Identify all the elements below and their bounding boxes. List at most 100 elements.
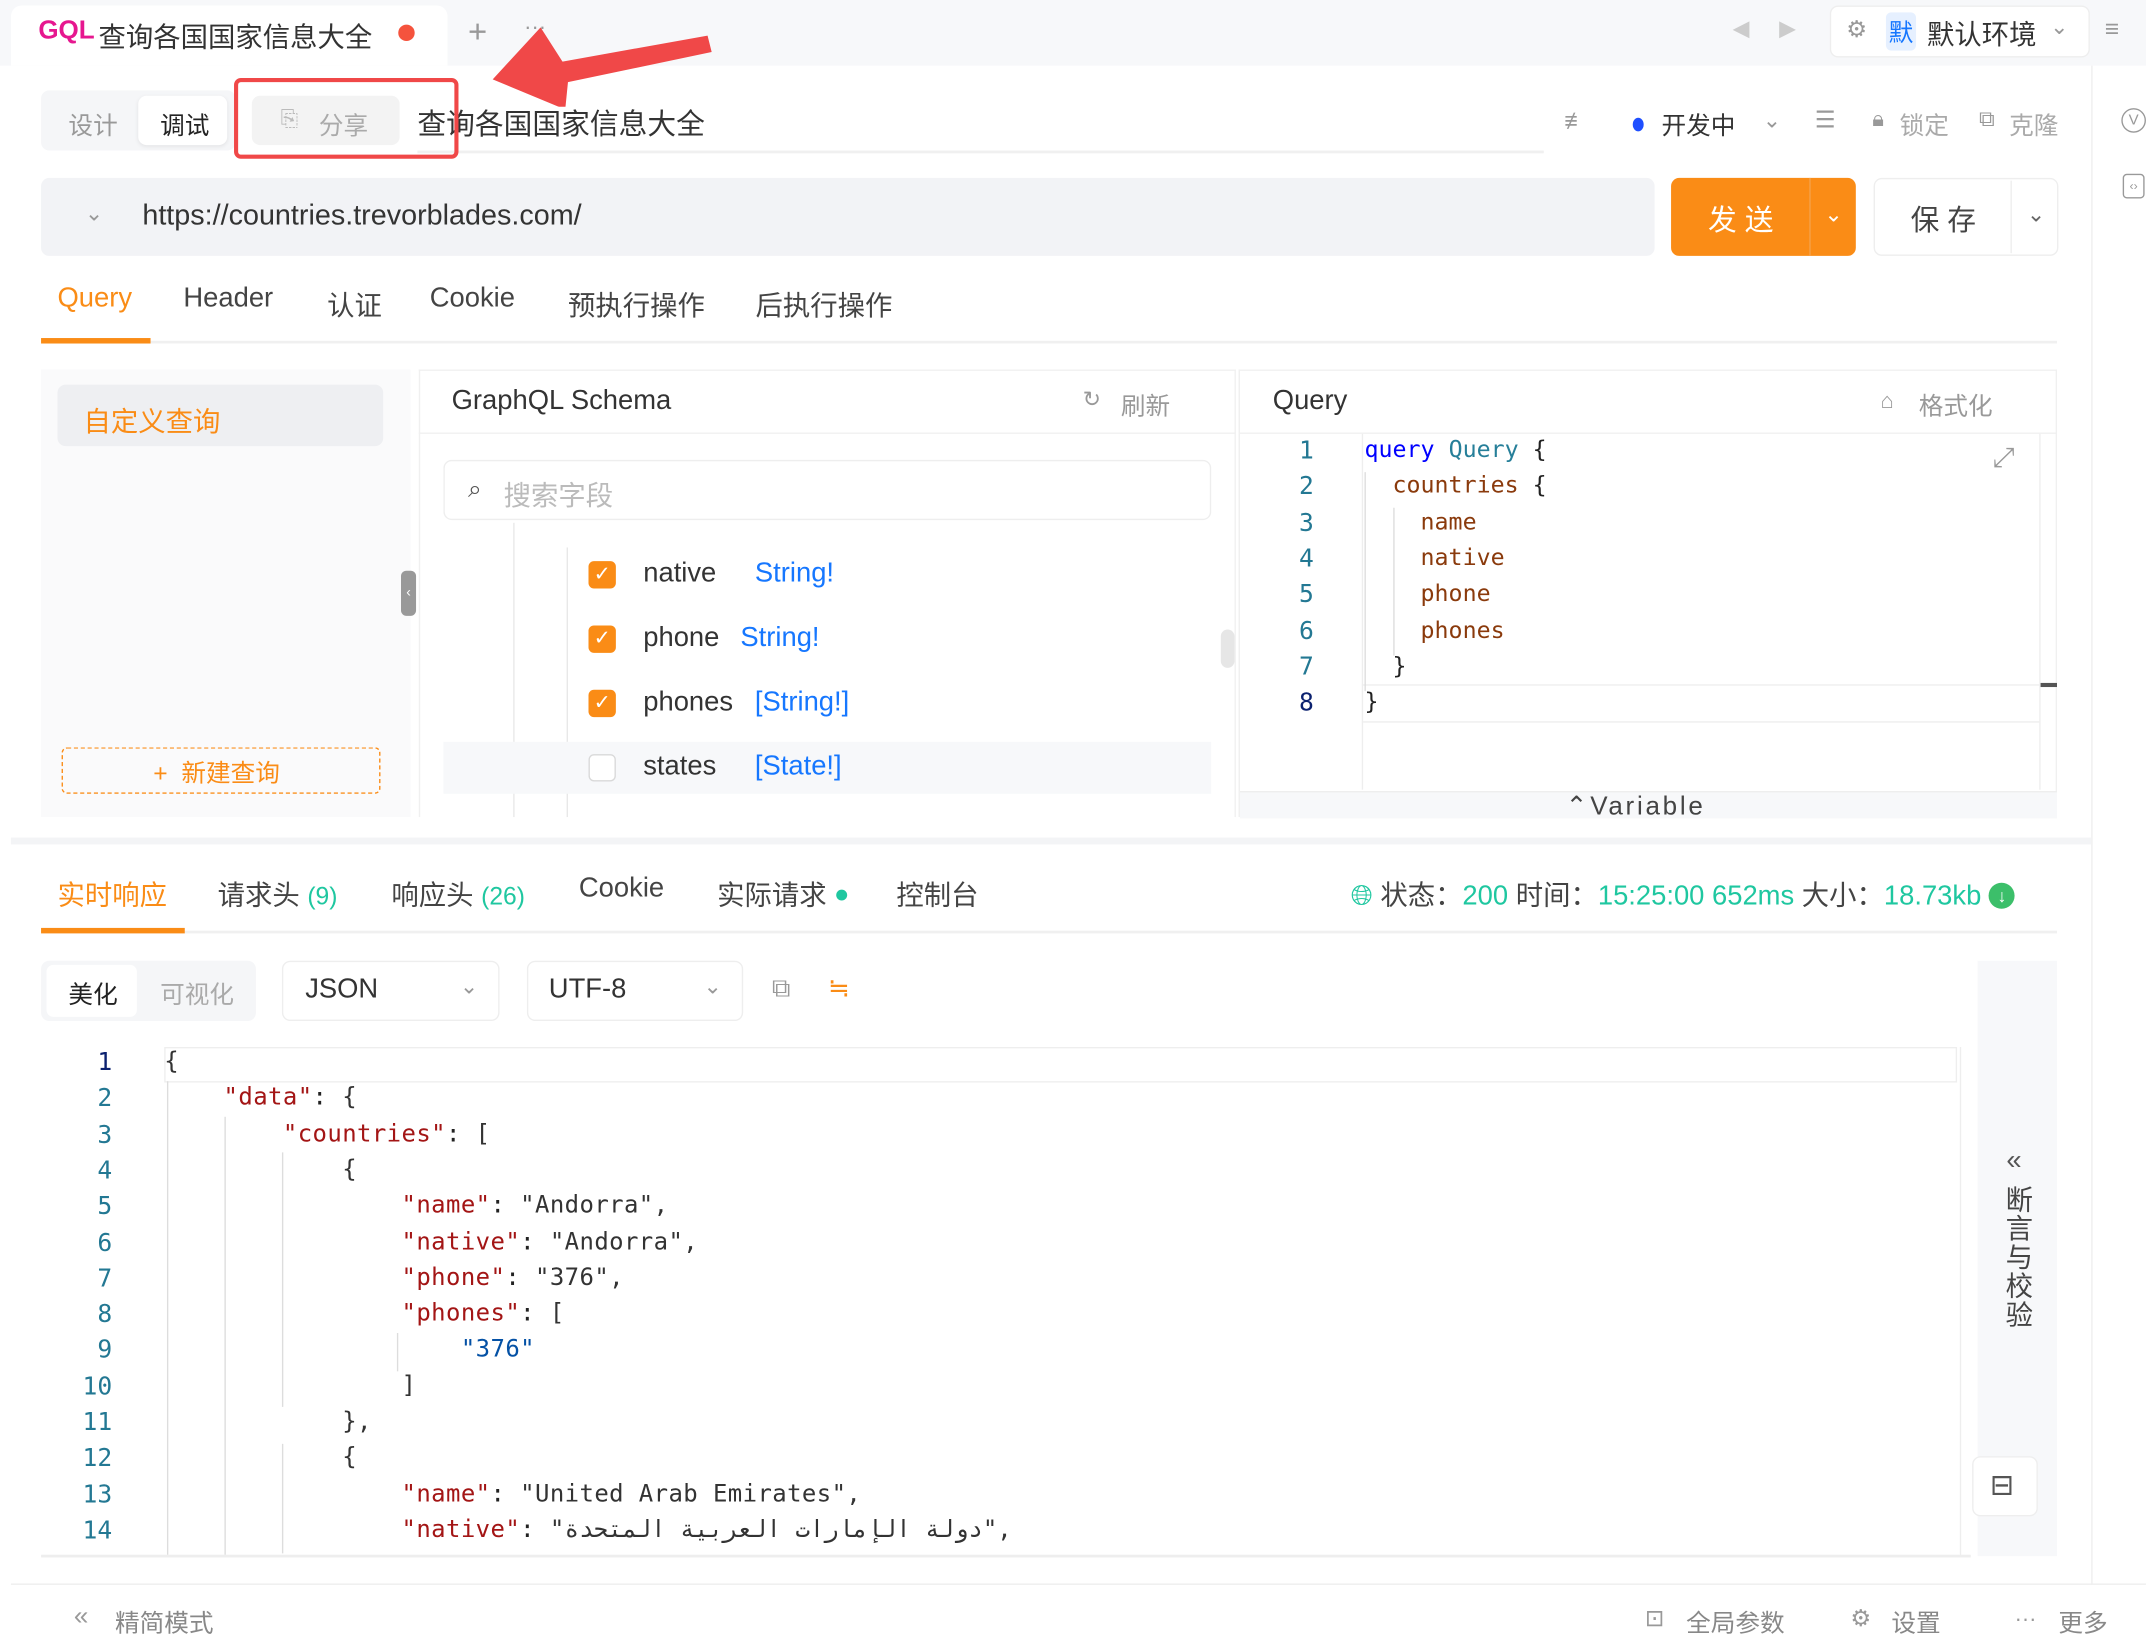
line-number: 10: [82, 1372, 113, 1402]
duration-value: 652ms: [1712, 881, 1795, 912]
line-number: 1: [97, 1048, 113, 1078]
field-checkbox[interactable]: [588, 754, 616, 782]
tab-response-headers[interactable]: 响应头 (26): [391, 873, 525, 913]
copy-icon[interactable]: ⧉: [772, 976, 791, 1002]
url-value[interactable]: https://countries.trevorblades.com/: [142, 200, 581, 233]
line-number: 8: [97, 1300, 113, 1330]
tab-request-headers[interactable]: 请求头 (9): [218, 873, 338, 913]
schema-divider: [418, 432, 1236, 434]
send-dropdown-icon[interactable]: ⌄: [1824, 205, 1842, 227]
download-icon[interactable]: ↓: [1988, 882, 2015, 909]
size-value: 18.73kb: [1883, 881, 1982, 912]
code-line: {: [164, 1444, 358, 1472]
tab-query[interactable]: Query: [57, 283, 132, 314]
editor-scroll-track[interactable]: [2039, 433, 2041, 790]
code-icon[interactable]: ‹›: [2122, 173, 2145, 199]
variable-icon[interactable]: V: [2121, 108, 2146, 133]
tab-console[interactable]: 控制台: [896, 873, 978, 913]
indent-guide: [396, 1333, 399, 1372]
panel-separator[interactable]: [10, 837, 2092, 845]
schema-scrollbar[interactable]: [1220, 629, 1235, 668]
settings-icon: ⚙: [1850, 1605, 1872, 1632]
line-number: 2: [1299, 472, 1314, 502]
field-type: String!: [740, 622, 820, 653]
dev-status[interactable]: 开发中: [1661, 107, 1735, 143]
unsaved-dot: [398, 24, 415, 42]
collapse-handle[interactable]: ‹: [400, 570, 417, 616]
line-number: 13: [82, 1480, 113, 1510]
field-checkbox[interactable]: ✓: [588, 625, 616, 653]
clone-icon: ⧉: [1978, 108, 1995, 132]
code-line: "376": [460, 1336, 535, 1364]
view-pretty[interactable]: 美化: [68, 976, 117, 1012]
field-checkbox[interactable]: ✓: [588, 689, 616, 718]
right-rail-divider: [2091, 65, 2093, 1585]
lock-button[interactable]: 锁定: [1900, 107, 1949, 143]
mode-design[interactable]: 设计: [68, 107, 117, 143]
add-tab-button[interactable]: +: [468, 14, 487, 52]
line-number: 14: [82, 1516, 113, 1545]
indent-guide: [281, 1443, 284, 1554]
chevron-down-icon[interactable]: ⌄: [85, 203, 103, 226]
clone-button[interactable]: 克隆: [2009, 107, 2058, 143]
code-bottom-border: [41, 1554, 1971, 1558]
settings-button[interactable]: 设置: [1891, 1604, 1940, 1640]
more-button[interactable]: 更多: [2058, 1604, 2107, 1640]
resp-tab-indicator: [41, 927, 185, 934]
nav-forward-icon[interactable]: ▶: [1779, 18, 1796, 41]
nav-back-icon[interactable]: ◀: [1733, 18, 1750, 41]
format-button[interactable]: 格式化: [1919, 387, 1993, 423]
field-checkbox[interactable]: ✓: [588, 561, 616, 589]
tab-cookie[interactable]: Cookie: [430, 283, 515, 314]
view-visual[interactable]: 可视化: [160, 976, 234, 1012]
line-number: 6: [97, 1228, 113, 1258]
assert-panel-label[interactable]: 断言与校验: [2001, 1185, 2034, 1329]
format-icon: ⌂: [1880, 390, 1894, 414]
tab-label: 请求头: [217, 881, 300, 912]
collapse-left-icon: «: [73, 1602, 89, 1632]
expand-icon[interactable]: ⤢: [1993, 445, 2015, 472]
field-type: [State!]: [754, 751, 842, 782]
line-number: 6: [1299, 616, 1314, 646]
outline-icon[interactable]: ☰: [1815, 108, 1836, 131]
code-scrollbar[interactable]: [1959, 1046, 1972, 1557]
tab-cookie[interactable]: Cookie: [579, 873, 664, 904]
variable-label: ⌃Variable: [1566, 791, 1706, 822]
current-line-highlight: [164, 1046, 1958, 1083]
menu-icon[interactable]: ≡: [2105, 16, 2119, 41]
api-title[interactable]: 查询各国国家信息大全: [417, 103, 704, 144]
wrap-icon[interactable]: ≒: [828, 976, 850, 1002]
tab-live-response[interactable]: 实时响应: [57, 873, 166, 913]
variable-text: Variable: [1590, 792, 1706, 822]
line-number: 2: [97, 1084, 113, 1114]
collapse-left-icon[interactable]: «: [2006, 1147, 2021, 1174]
edit-icon[interactable]: ≢: [1564, 109, 1587, 132]
chevron-up-icon: ⌃: [1565, 792, 1591, 822]
code-line: "native": "دولة الإمارات العربية المتحدة…: [401, 1516, 1012, 1544]
tab-auth[interactable]: 认证: [327, 283, 382, 323]
tab-header[interactable]: Header: [183, 283, 273, 314]
save-dropdown-icon[interactable]: ⌄: [2027, 205, 2045, 227]
line-number: 4: [97, 1156, 113, 1186]
gql-badge: GQL: [38, 16, 95, 46]
send-divider: [1809, 177, 1811, 256]
mode-debug[interactable]: 调试: [160, 107, 209, 143]
field-name: native: [643, 558, 717, 589]
status-dot: [1632, 117, 1644, 132]
code-line: native: [1420, 544, 1505, 572]
simple-mode-button[interactable]: 精简模式: [115, 1604, 214, 1640]
chevron-down-icon[interactable]: ⌄: [1763, 110, 1781, 133]
refresh-button[interactable]: 刷新: [1121, 387, 1170, 423]
tab-post-script[interactable]: 后执行操作: [755, 283, 892, 323]
code-line: "countries": [: [282, 1120, 491, 1148]
field-name: states: [643, 751, 717, 782]
schema-title: GraphQL Schema: [451, 385, 672, 417]
tab-pre-script[interactable]: 预执行操作: [568, 283, 705, 323]
refresh-icon: ↻: [1082, 388, 1101, 412]
global-params-button[interactable]: 全局参数: [1686, 1604, 1785, 1640]
tab-count: (9): [307, 882, 338, 911]
chevron-down-icon: ⌄: [2050, 16, 2069, 40]
tab-actual-request[interactable]: 实际请求: [717, 873, 826, 913]
lock-icon: 🔒︎: [1872, 108, 1884, 132]
app-window: GQL 查询各国国家信息大全 + ··· ◀ ▶ ⚙ 默 默认环境 ⌄ ≡ V …: [0, 0, 2146, 1651]
